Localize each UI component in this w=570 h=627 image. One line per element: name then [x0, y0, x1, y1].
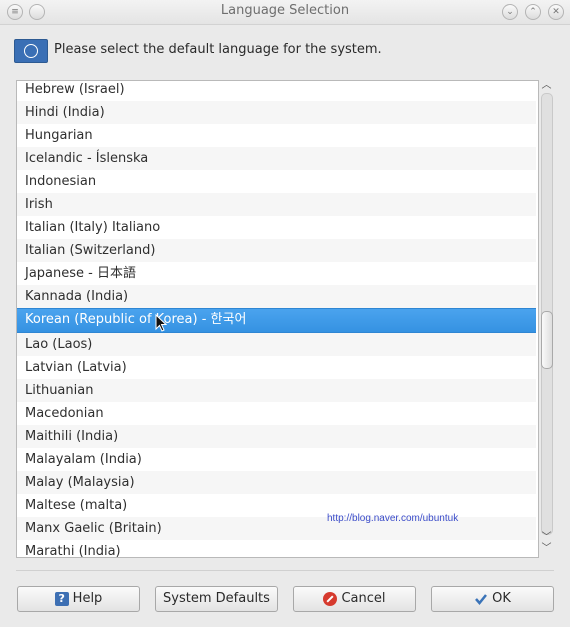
system-defaults-button-label: System Defaults	[163, 591, 270, 606]
language-item[interactable]: Kannada (India)	[17, 285, 536, 308]
language-item[interactable]: Maithili (India)	[17, 425, 536, 448]
cancel-button-label: Cancel	[341, 591, 386, 606]
minimize-icon[interactable]: ⌄	[502, 4, 518, 20]
cancel-icon	[323, 592, 338, 606]
scroll-down-end-icon[interactable]: ﹀	[540, 543, 553, 555]
language-list-rows: Hebrew (Israel) Hindi (India) Hungarian Ice…	[17, 81, 536, 557]
language-item[interactable]: Japanese - 日本語	[17, 262, 536, 285]
language-item[interactable]: Indonesian	[17, 170, 536, 193]
help-icon: ?	[54, 592, 69, 606]
maximize-icon[interactable]: ⌃	[525, 4, 541, 20]
close-icon[interactable]: ✕	[548, 4, 564, 20]
language-item[interactable]: Italian (Italy) Italiano	[17, 216, 536, 239]
language-item[interactable]: Malayalam (India)	[17, 448, 536, 471]
language-item-selected[interactable]: Korean (Republic of Korea) - 한국어	[17, 308, 536, 333]
language-item[interactable]: Irish	[17, 193, 536, 216]
language-item[interactable]: Malay (Malaysia)	[17, 471, 536, 494]
language-item[interactable]: Latvian (Latvia)	[17, 356, 536, 379]
divider	[16, 570, 554, 571]
language-item[interactable]: Hungarian	[17, 124, 536, 147]
mouse-cursor-icon	[155, 314, 167, 332]
list-scrollbar[interactable]: ︿ ﹀ ﹀	[539, 80, 554, 556]
language-item[interactable]: Italian (Switzerland)	[17, 239, 536, 262]
language-item[interactable]: Hebrew (Israel)	[17, 81, 536, 101]
language-item[interactable]: Icelandic - Íslenska	[17, 147, 536, 170]
watermark-text: http://blog.naver.com/ubuntuk	[327, 513, 459, 524]
scroll-thumb[interactable]	[541, 311, 553, 369]
language-item[interactable]: Macedonian	[17, 402, 536, 425]
language-flag-icon	[14, 39, 48, 63]
checkmark-icon	[474, 592, 488, 606]
window-title: Language Selection	[220, 3, 350, 18]
help-button-label: Help	[72, 591, 103, 606]
ok-button[interactable]: OK	[431, 586, 554, 612]
language-item[interactable]: Hindi (India)	[17, 101, 536, 124]
language-item[interactable]: Marathi (India)	[17, 540, 536, 557]
title-bar: ≡ Language Selection ⌄ ⌃ ✕	[0, 0, 570, 25]
dialog-header: Please select the default language for t…	[14, 37, 554, 65]
language-list[interactable]: Hebrew (Israel) Hindi (India) Hungarian Ice…	[16, 80, 539, 558]
language-item[interactable]: Lao (Laos)	[17, 333, 536, 356]
instruction-text: Please select the default language for t…	[54, 42, 382, 57]
ok-button-label: OK	[492, 591, 511, 606]
help-button[interactable]: ? Help	[17, 586, 140, 612]
scroll-up-icon[interactable]: ︿	[540, 80, 553, 92]
cancel-button[interactable]: Cancel	[293, 586, 416, 612]
system-defaults-button[interactable]: System Defaults	[155, 586, 278, 612]
language-item[interactable]: Lithuanian	[17, 379, 536, 402]
